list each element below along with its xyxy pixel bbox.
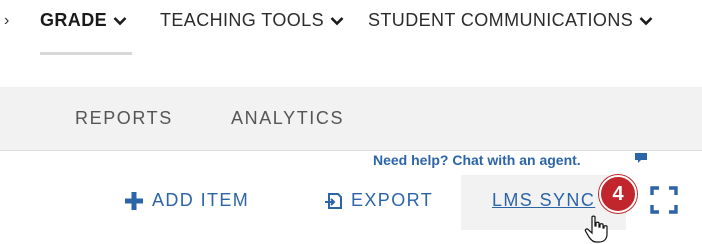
tab-analytics[interactable]: ANALYTICS [231,108,344,129]
export-button[interactable]: EXPORT [323,190,433,211]
help-chat-link[interactable]: Need help? Chat with an agent. [373,152,581,168]
add-item-button[interactable]: ADD ITEM [124,190,249,211]
hand-cursor-icon [584,215,608,243]
export-label: EXPORT [351,190,434,210]
nav-item-student-communications[interactable]: STUDENT COMMUNICATIONS [368,10,653,31]
add-item-label: ADD ITEM [152,190,250,210]
nav-item-grade[interactable]: GRADE [40,10,127,31]
nav-item-label: STUDENT COMMUNICATIONS [368,10,634,30]
export-icon [325,192,342,209]
plus-icon [125,191,143,210]
chat-bubble-icon[interactable] [634,152,648,164]
step-badge: 4 [599,175,637,213]
nav-item-teaching-tools[interactable]: TEACHING TOOLS [160,10,344,31]
chevron-down-icon [113,16,127,25]
tab-reports[interactable]: REPORTS [75,108,173,129]
nav-prev-chevron[interactable]: › [4,12,9,30]
chevron-down-icon [639,16,653,25]
expand-icon[interactable] [649,185,679,215]
nav-item-label: TEACHING TOOLS [160,10,324,30]
lms-sync-button[interactable]: LMS SYNC [492,190,595,211]
active-tab-indicator [40,52,132,55]
chevron-down-icon [330,16,344,25]
nav-item-label: GRADE [40,10,108,30]
